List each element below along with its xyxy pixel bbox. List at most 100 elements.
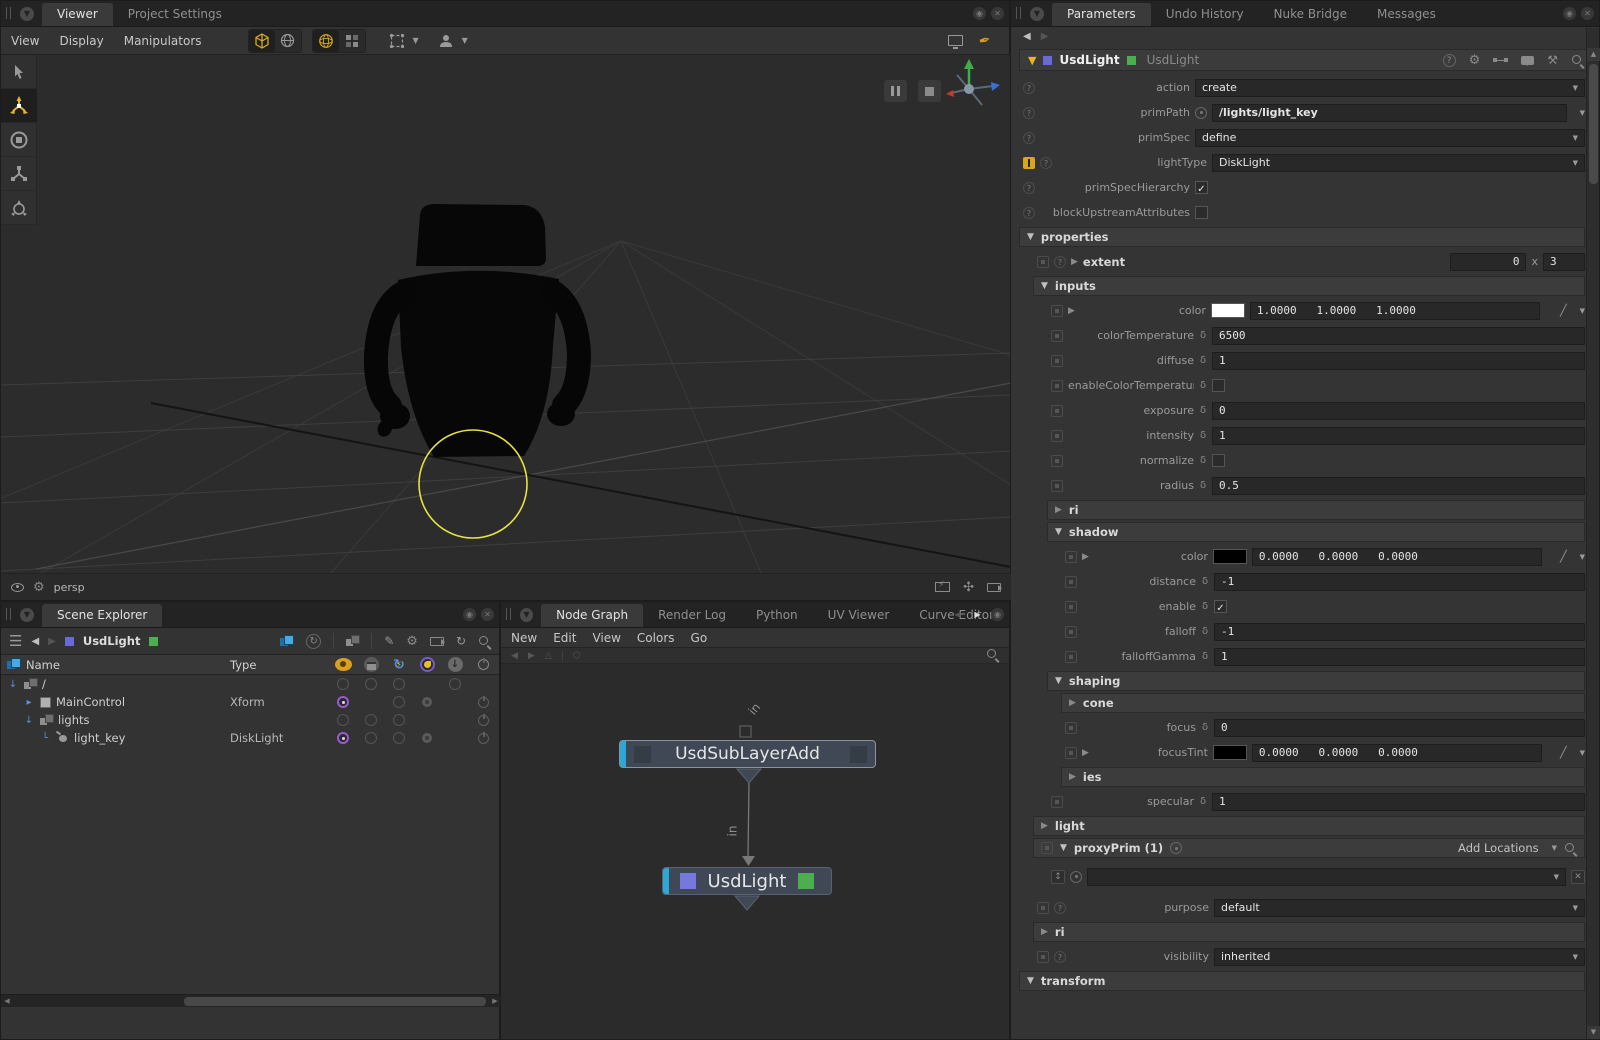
tree-expander-icon[interactable]: ↓ <box>23 715 35 726</box>
power-column-icon[interactable] <box>478 659 489 670</box>
state-ring-icon[interactable] <box>337 678 349 690</box>
tree-row--[interactable]: ↓ / <box>1 675 499 693</box>
wire-sphere-icon[interactable] <box>313 30 339 52</box>
action-dropdown[interactable]: create▼ <box>1195 79 1585 97</box>
panel-grip[interactable] <box>506 608 511 620</box>
state-badge-icon[interactable]: ? <box>1023 82 1035 94</box>
tree-expander-icon[interactable]: ▸ <box>23 697 35 708</box>
expand-triangle-icon[interactable]: ▶ <box>1071 257 1078 267</box>
render-snapshot-icon[interactable] <box>935 582 950 592</box>
default-state-icon[interactable] <box>1065 747 1077 759</box>
focus-field[interactable]: 0 <box>1214 719 1585 737</box>
enable-checkbox[interactable] <box>1214 600 1227 613</box>
visible-eye-icon[interactable] <box>337 696 349 708</box>
explorer-hscrollbar[interactable]: ◀ ▶ <box>1 994 501 1007</box>
forward-arrow-icon[interactable]: ▶ <box>1041 31 1049 42</box>
expand-triangle-icon[interactable]: ▶ <box>1041 821 1048 831</box>
state-ring-icon[interactable] <box>365 678 377 690</box>
distance-field[interactable]: -1 <box>1214 573 1585 591</box>
normalize-checkbox[interactable] <box>1212 454 1225 467</box>
panel-grip[interactable] <box>6 608 11 620</box>
viewer-tab-viewer[interactable]: Viewer <box>42 3 113 26</box>
color-swatch[interactable] <box>1213 549 1247 564</box>
globe-icon[interactable] <box>275 30 301 52</box>
menu-manipulators[interactable]: Manipulators <box>124 34 202 48</box>
group-header-transform[interactable]: ▼transform <box>1019 971 1585 991</box>
node-color-flag-right[interactable] <box>1127 56 1136 65</box>
power-state-icon[interactable] <box>478 715 489 726</box>
state-badge-icon[interactable]: ? <box>1023 207 1035 219</box>
power-state-icon[interactable] <box>478 733 489 744</box>
scenegraph-pick-icon[interactable] <box>1170 842 1182 854</box>
state-ring-icon[interactable] <box>449 678 461 690</box>
pan-mode-icon[interactable]: ✣ <box>963 580 974 595</box>
enablecolortemperature-checkbox[interactable] <box>1212 379 1225 392</box>
menu-colors[interactable]: Colors <box>637 631 675 645</box>
tab-scroll-left-icon[interactable]: ◀ <box>951 608 964 621</box>
visibility-dropdown[interactable]: inherited▼ <box>1214 948 1585 966</box>
chevron-down-icon[interactable]: ▼ <box>1546 844 1557 852</box>
panel-menu-icon[interactable]: ▼ <box>20 608 34 622</box>
help-icon[interactable]: ? <box>1443 54 1456 67</box>
state-badge-icon[interactable]: ? <box>1023 107 1035 119</box>
menu-edit[interactable]: Edit <box>553 631 576 645</box>
tree-expander-icon[interactable]: └ <box>39 733 51 744</box>
extent-size-field[interactable]: 3 <box>1543 253 1585 271</box>
live-render-column-icon[interactable]: ↻ <box>393 657 405 673</box>
wrench-icon[interactable]: ⚒ <box>1547 53 1558 67</box>
eyedropper-icon[interactable]: ╱ <box>1560 746 1567 759</box>
add-locations-button[interactable]: Add Locations <box>1458 841 1539 855</box>
state-badge-icon[interactable]: ? <box>1023 182 1035 194</box>
state-badge-icon[interactable]: ? <box>1054 951 1066 963</box>
tab-scroll-right-icon[interactable]: ▶ <box>971 608 984 621</box>
tiles-icon[interactable] <box>339 30 365 52</box>
color-swatch[interactable] <box>1213 745 1247 760</box>
color-swatch[interactable] <box>1211 303 1245 318</box>
frame-icon[interactable]: ⬡ <box>573 651 581 661</box>
state-ring-icon[interactable] <box>393 696 405 708</box>
diffuse-field[interactable]: 1 <box>1212 352 1585 370</box>
person-icon[interactable] <box>433 30 459 52</box>
exposure-field[interactable]: 0 <box>1212 402 1585 420</box>
chevron-down-icon[interactable]: ▼ <box>1574 553 1585 561</box>
collapse-triangle-icon[interactable]: ▼ <box>1027 976 1034 986</box>
group-header-shadow[interactable]: ▼shadow <box>1047 522 1585 542</box>
panel-maximize-icon[interactable]: ◉ <box>463 608 476 621</box>
scrollbar-handle[interactable] <box>184 997 486 1006</box>
location-name[interactable]: / <box>42 677 46 691</box>
intensity-field[interactable]: 1 <box>1212 427 1585 445</box>
state-badge-icon[interactable]: ? <box>1023 132 1035 144</box>
group-header-light[interactable]: ▶light <box>1033 816 1585 836</box>
default-state-icon[interactable] <box>1051 330 1063 342</box>
node-usdsublayeradd[interactable]: UsdSubLayerAdd <box>619 740 876 768</box>
menu-go[interactable]: Go <box>691 631 708 645</box>
refresh-icon[interactable]: ↻ <box>456 634 466 648</box>
panel-grip[interactable] <box>6 7 11 19</box>
node-flag-slot-left[interactable] <box>634 746 651 763</box>
state-ring-icon[interactable] <box>365 714 377 726</box>
forward-arrow-icon[interactable]: ▶ <box>48 636 56 647</box>
reorder-icon[interactable]: ↕ <box>1051 870 1065 884</box>
default-state-icon[interactable] <box>1051 796 1063 808</box>
radius-field[interactable]: 0.5 <box>1212 477 1585 495</box>
group-header-inputs[interactable]: ▼inputs <box>1033 276 1585 296</box>
default-state-icon[interactable] <box>1065 722 1077 734</box>
state-ring-icon[interactable] <box>393 714 405 726</box>
node-view-flag-purple[interactable] <box>680 873 696 889</box>
panel-maximize-icon[interactable]: ◉ <box>973 7 986 20</box>
proxy-state-icon[interactable] <box>422 733 432 743</box>
state-ring-icon[interactable] <box>337 714 349 726</box>
default-state-icon[interactable] <box>1065 626 1077 638</box>
expand-triangle-icon[interactable]: ▶ <box>1082 552 1089 562</box>
collapse-triangle-icon[interactable]: ▼ <box>1027 232 1034 242</box>
scroll-up-icon[interactable]: ▲ <box>1587 48 1600 61</box>
node-color-flag-left[interactable] <box>1043 56 1052 65</box>
group-header-cone[interactable]: ▶cone <box>1061 693 1585 713</box>
node-flag-slot-right[interactable] <box>850 746 867 763</box>
shot-icon[interactable] <box>430 637 444 646</box>
power-state-icon[interactable] <box>478 697 489 708</box>
camera-icon[interactable] <box>987 583 1001 592</box>
purpose-dropdown[interactable]: default▼ <box>1214 899 1585 917</box>
group-header-ri[interactable]: ▶ri <box>1033 922 1585 942</box>
location-name[interactable]: MainControl <box>56 695 125 709</box>
